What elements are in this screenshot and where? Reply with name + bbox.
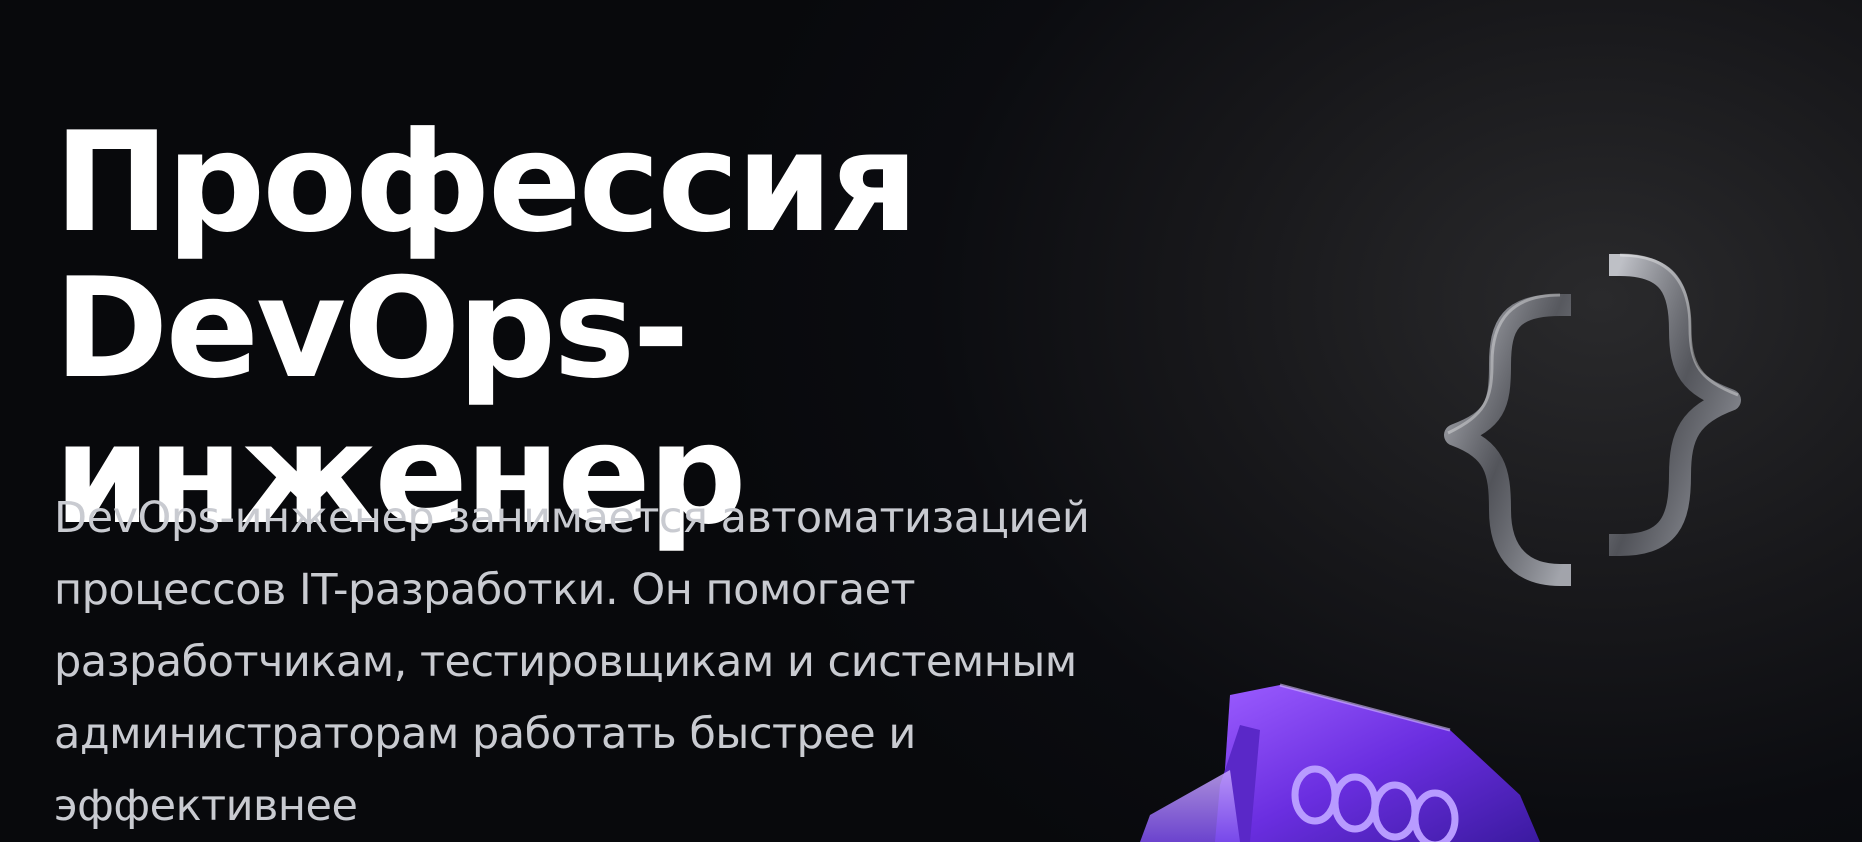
curly-braces-icon: [1400, 245, 1800, 605]
hero-section: Профессия DevOps- инженер DevOps-инженер…: [0, 0, 1862, 842]
purple-3d-object: [1120, 675, 1600, 842]
hero-description: DevOps-инженер занимается автоматизацией…: [54, 493, 1090, 831]
